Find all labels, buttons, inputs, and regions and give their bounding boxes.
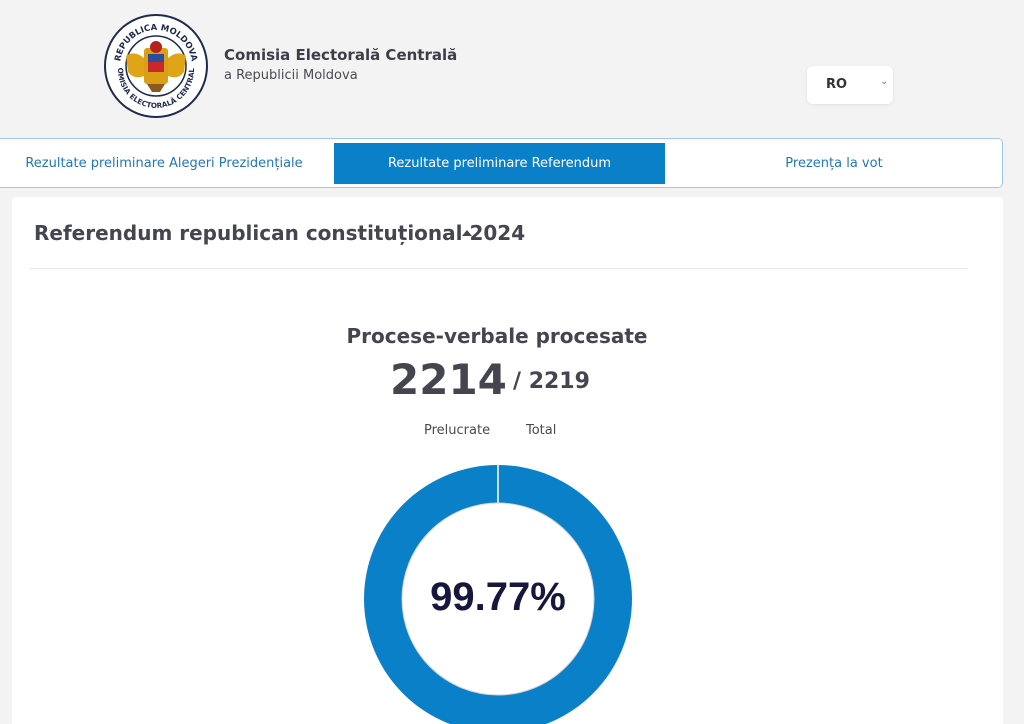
percent-label: 99.77% [430,575,566,619]
total-count: / 2219 [513,369,590,394]
tab-presidential[interactable]: Rezultate preliminare Alegeri Prezidenți… [1,143,327,184]
section-title[interactable]: Referendum republican constituțional 202… [34,221,525,245]
total-label: Total [526,423,557,438]
language-selected: RO [826,77,848,92]
caret-up-icon[interactable] [462,230,472,236]
results-card: Referendum republican constituțional 202… [12,197,1003,724]
cec-logo-icon: REPUBLICA MOLDOVA COMISIA ELECTORALĂ CEN… [104,14,208,118]
org-title: Comisia Electorală Centrală [224,46,458,64]
tab-turnout[interactable]: Prezența la vot [669,143,999,184]
processed-label: Prelucrate [424,423,491,438]
tab-referendum[interactable]: Rezultate preliminare Referendum [334,143,665,184]
language-select[interactable]: RO ⌄ [807,66,893,104]
divider [29,268,968,269]
org-subtitle: a Republicii Moldova [224,68,358,83]
processed-heading: Procese-verbale procesate [346,324,648,348]
chevron-down-icon: ⌄ [880,76,889,87]
header: REPUBLICA MOLDOVA COMISIA ELECTORALĂ CEN… [0,0,1024,138]
results-tabs: Rezultate preliminare Alegeri Prezidenți… [0,138,1003,188]
processed-count: 2214 [390,355,507,404]
